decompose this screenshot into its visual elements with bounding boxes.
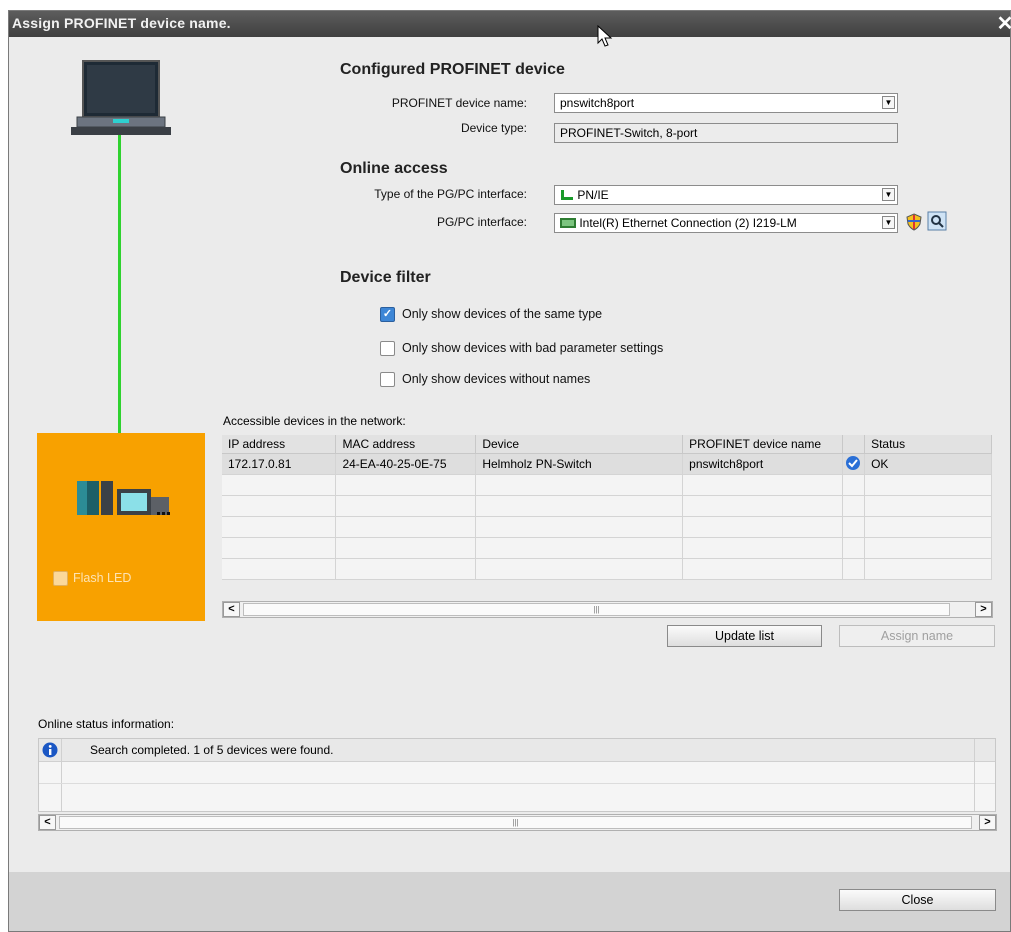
chevron-down-icon[interactable]: ▼ [882, 96, 895, 109]
table-row [222, 558, 992, 580]
flash-led-checkbox[interactable] [53, 571, 68, 586]
programming-pc-icon [71, 60, 171, 135]
filter-no-names-checkbox[interactable] [380, 372, 395, 387]
device-cell: Helmholz PN-Switch [475, 453, 684, 475]
shield-icon[interactable] [905, 213, 923, 231]
scrollbar-thumb[interactable]: ||| [243, 603, 950, 616]
status-cell: OK [864, 453, 992, 475]
table-row[interactable]: 172.17.0.81 24-EA-40-25-0E-75 Helmholz P… [222, 453, 992, 475]
interface-type-value: PN/IE [577, 188, 609, 202]
network-plug-icon [561, 190, 573, 200]
column-header[interactable]: PROFINET device name [682, 435, 844, 454]
device-name-value: pnswitch8port [560, 96, 635, 110]
scrollbar-thumb[interactable]: ||| [59, 816, 972, 829]
device-type-value: PROFINET-Switch, 8-port [560, 126, 698, 140]
filter-bad-params-checkbox[interactable] [380, 341, 395, 356]
chevron-down-icon[interactable]: ▼ [882, 216, 895, 229]
status-list: Search completed. 1 of 5 devices were fo… [38, 738, 996, 812]
network-card-icon [560, 218, 576, 228]
status-message: Search completed. 1 of 5 devices were fo… [90, 743, 334, 757]
target-device-panel: Flash LED [37, 433, 205, 621]
filter-bad-params-label: Only show devices with bad parameter set… [402, 341, 664, 355]
table-row [222, 537, 992, 559]
dialog-footer: Close [9, 872, 1010, 931]
search-properties-icon[interactable] [927, 211, 947, 231]
chevron-down-icon[interactable]: ▼ [882, 188, 895, 201]
column-header[interactable]: Device [475, 435, 684, 454]
devices-horizontal-scrollbar[interactable]: < ||| > [222, 601, 993, 618]
status-horizontal-scrollbar[interactable]: < ||| > [38, 814, 997, 831]
window-title: Assign PROFINET device name. [12, 15, 231, 31]
interface-label: PG/PC interface: [436, 215, 527, 229]
device-name-label: PROFINET device name: [391, 96, 527, 110]
scroll-right-icon[interactable]: > [979, 815, 996, 830]
title-bar[interactable]: Assign PROFINET device name. ✕ [9, 11, 1011, 37]
online-access-heading: Online access [340, 160, 448, 177]
scroll-left-icon[interactable]: < [39, 815, 56, 830]
table-row [222, 495, 992, 517]
table-row [222, 516, 992, 538]
assign-name-button[interactable]: Assign name [839, 625, 995, 647]
devices-table: IP address MAC address Device PROFINET d… [222, 435, 992, 580]
interface-combobox[interactable]: Intel(R) Ethernet Connection (2) I219-LM… [554, 213, 898, 233]
close-window-button[interactable]: ✕ [994, 13, 1011, 35]
scroll-left-icon[interactable]: < [223, 602, 240, 617]
configured-device-heading: Configured PROFINET device [340, 61, 565, 78]
check-circle-icon [846, 455, 861, 470]
flash-led-label: Flash LED [73, 571, 132, 585]
interface-value: Intel(R) Ethernet Connection (2) I219-LM [579, 216, 797, 230]
status-caption: Online status information: [38, 717, 175, 731]
column-header[interactable]: IP address [222, 435, 337, 454]
filter-same-type-checkbox[interactable]: ✓ [380, 307, 395, 322]
ip-cell: 172.17.0.81 [222, 453, 337, 475]
filter-same-type-label: Only show devices of the same type [402, 307, 603, 321]
column-header[interactable]: MAC address [335, 435, 477, 454]
mouse-cursor-icon [597, 25, 613, 47]
scroll-right-icon[interactable]: > [975, 602, 992, 617]
device-type-label: Device type: [460, 121, 527, 135]
table-header-row: IP address MAC address Device PROFINET d… [222, 435, 992, 454]
device-type-field: PROFINET-Switch, 8-port [554, 123, 898, 143]
update-list-button[interactable]: Update list [667, 625, 822, 647]
info-icon [42, 742, 58, 758]
list-item[interactable]: Search completed. 1 of 5 devices were fo… [39, 739, 995, 762]
assign-name-dialog: Assign PROFINET device name. ✕ Flash LED… [8, 10, 1011, 932]
filter-no-names-label: Only show devices without names [402, 372, 591, 386]
interface-type-combobox[interactable]: PN/IE ▼ [554, 185, 898, 205]
table-row [222, 474, 992, 496]
device-filter-heading: Device filter [340, 269, 431, 286]
switch-device-icon [77, 481, 170, 515]
interface-type-label: Type of the PG/PC interface: [374, 187, 527, 201]
mac-cell: 24-EA-40-25-0E-75 [335, 453, 477, 475]
column-header[interactable]: Status [864, 435, 992, 454]
status-icon-cell [842, 453, 866, 475]
device-name-combobox[interactable]: pnswitch8port ▼ [554, 93, 898, 113]
accessible-devices-caption: Accessible devices in the network: [223, 414, 406, 428]
name-cell: pnswitch8port [682, 453, 844, 475]
column-header[interactable] [842, 435, 866, 454]
close-button[interactable]: Close [839, 889, 996, 911]
